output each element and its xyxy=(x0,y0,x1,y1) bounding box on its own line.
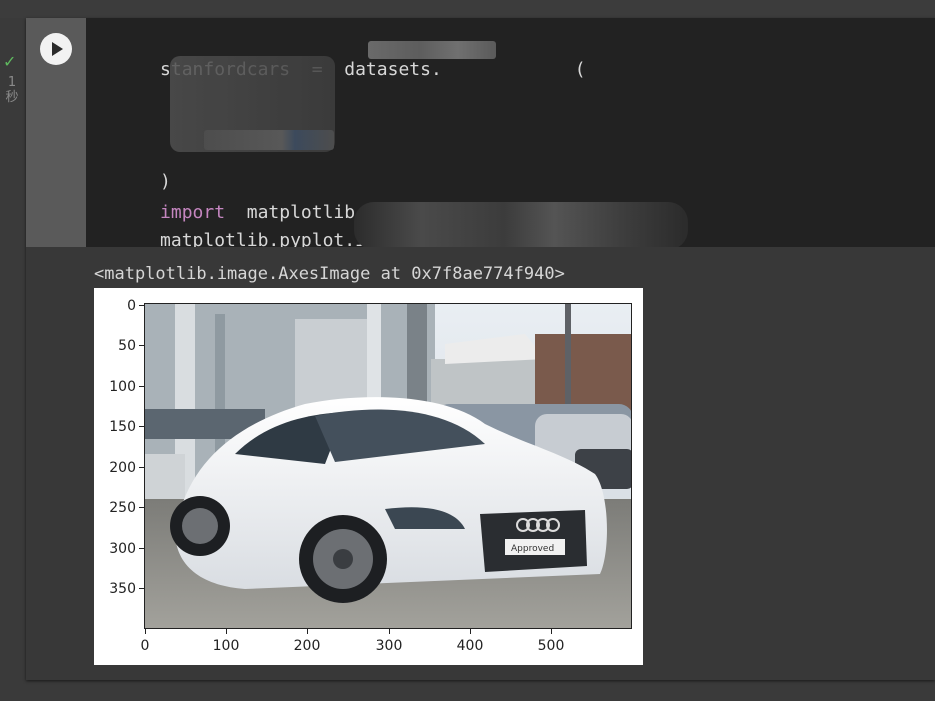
cell-output: <matplotlib.image.AxesImage at 0x7f8ae77… xyxy=(86,247,935,680)
y-tick-label: 200 xyxy=(109,460,136,476)
x-tick-label: 0 xyxy=(140,638,150,654)
cell-gutter: ✓ 1 秒 xyxy=(0,18,26,701)
y-tick-label: 300 xyxy=(109,541,136,557)
play-icon xyxy=(52,42,63,56)
code-editor[interactable]: stanfordcars = datasets.( ) import matpl… xyxy=(86,18,935,251)
image-axes: Approved xyxy=(144,303,632,629)
execution-time: 1 秒 xyxy=(5,75,19,105)
code-line-1: stanfordcars = datasets.( xyxy=(95,37,586,103)
cell-rail xyxy=(26,18,86,247)
x-tick xyxy=(145,629,146,634)
y-tick-label: 250 xyxy=(109,500,136,516)
x-tick xyxy=(226,629,227,634)
output-repr: <matplotlib.image.AxesImage at 0x7f8ae77… xyxy=(94,264,565,284)
x-tick xyxy=(389,629,390,634)
code-text: ( xyxy=(574,59,586,80)
x-tick-label: 500 xyxy=(537,638,565,654)
y-tick-label: 50 xyxy=(118,338,136,354)
redacted-region xyxy=(204,130,334,150)
x-tick xyxy=(307,629,308,634)
redacted-region xyxy=(368,41,496,59)
y-tick-label: 0 xyxy=(127,298,136,314)
top-strip xyxy=(0,0,935,19)
car-photo: Approved xyxy=(145,304,631,628)
plate-text: Approved xyxy=(511,544,554,554)
y-tick-label: 100 xyxy=(109,379,136,395)
run-cell-button[interactable] xyxy=(40,33,72,65)
x-tick-label: 100 xyxy=(212,638,240,654)
x-tick-label: 400 xyxy=(456,638,484,654)
code-cell[interactable]: stanfordcars = datasets.( ) import matpl… xyxy=(26,18,935,680)
matplotlib-figure: 0 50 100 150 200 250 300 350 Approved 0 … xyxy=(94,288,643,665)
y-tick-label: 150 xyxy=(109,419,136,435)
x-tick xyxy=(551,629,552,634)
redacted-region xyxy=(354,202,688,250)
x-tick-label: 300 xyxy=(375,638,403,654)
x-tick-label: 200 xyxy=(293,638,321,654)
x-tick xyxy=(470,629,471,634)
check-icon: ✓ xyxy=(3,52,17,71)
y-tick-label: 350 xyxy=(109,581,136,597)
